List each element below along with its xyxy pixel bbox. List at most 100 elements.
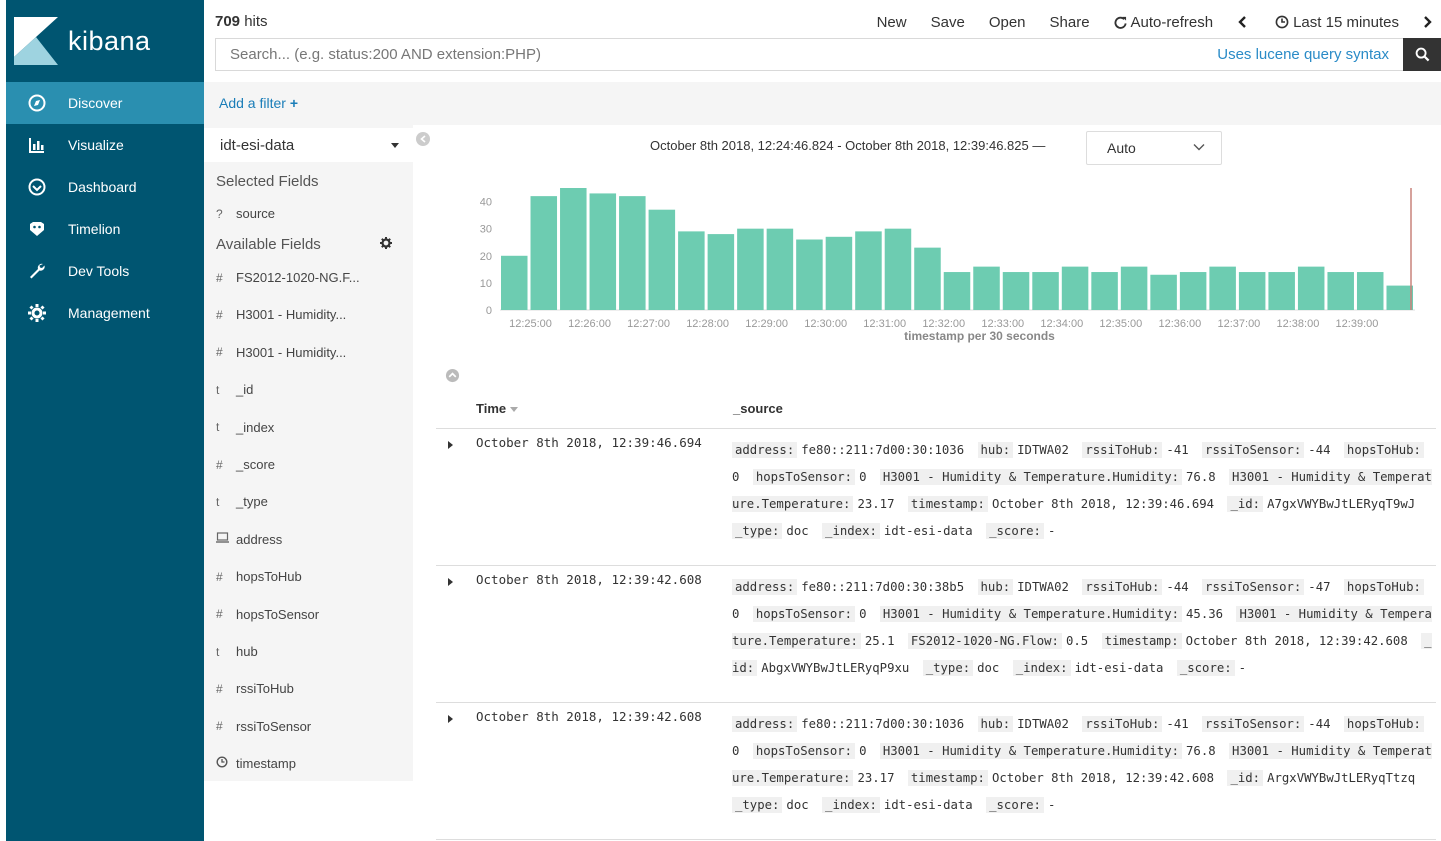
- expand-row-toggle[interactable]: [448, 578, 453, 586]
- y-tick-label: 10: [480, 278, 492, 290]
- add-filter-link[interactable]: Add a filter +: [219, 95, 298, 111]
- field-type-label: #: [216, 457, 223, 472]
- histogram-bar[interactable]: [1032, 272, 1059, 310]
- auto-refresh-button[interactable]: Auto-refresh: [1114, 14, 1213, 31]
- field-item[interactable]: # rssiToHub: [216, 681, 294, 696]
- nav-item-dev-tools[interactable]: Dev Tools: [6, 250, 204, 292]
- selected-fields-title: Selected Fields: [216, 173, 319, 190]
- x-tick-label: 12:25:00: [509, 318, 552, 330]
- histogram-bar[interactable]: [914, 247, 941, 310]
- nav-item-dashboard[interactable]: Dashboard: [6, 166, 204, 208]
- histogram-bar[interactable]: [560, 188, 587, 310]
- index-pattern-select[interactable]: idt-esi-data: [204, 128, 413, 162]
- hits-count: 709 hits: [215, 13, 268, 30]
- source-field-value: -44: [1166, 580, 1189, 594]
- field-item[interactable]: address: [216, 532, 282, 547]
- histogram-bar[interactable]: [884, 228, 912, 310]
- field-item[interactable]: # hopsToSensor: [216, 607, 319, 622]
- histogram-bar[interactable]: [1002, 272, 1030, 310]
- field-item[interactable]: t _id: [216, 382, 253, 397]
- interval-select[interactable]: Auto: [1086, 131, 1222, 165]
- nav-item-visualize[interactable]: Visualize: [6, 124, 204, 166]
- source-field-key: rssiToSensor:: [1202, 716, 1305, 732]
- field-item[interactable]: # FS2012-1020-NG.F...: [216, 270, 360, 285]
- histogram-bar[interactable]: [1238, 272, 1266, 310]
- search-input[interactable]: [216, 39, 1218, 70]
- histogram-bar[interactable]: [589, 193, 617, 310]
- field-item[interactable]: # H3001 - Humidity...: [216, 345, 346, 360]
- collapse-sidebar-button[interactable]: [416, 132, 430, 146]
- histogram-bar[interactable]: [1297, 266, 1325, 310]
- new-button[interactable]: New: [877, 14, 907, 31]
- field-item[interactable]: t _index: [216, 420, 274, 435]
- expand-row-toggle[interactable]: [448, 715, 453, 723]
- field-item[interactable]: t hub: [216, 644, 258, 659]
- histogram-bar[interactable]: [530, 196, 558, 310]
- field-item[interactable]: # H3001 - Humidity...: [216, 307, 346, 322]
- row-source: address: fe80::211:7d00:30:38b5 hub: IDTWA…: [732, 574, 1432, 682]
- histogram-bar[interactable]: [648, 209, 676, 310]
- kibana-logo[interactable]: kibana: [6, 0, 204, 82]
- field-item[interactable]: t _type: [216, 494, 268, 509]
- source-field-value: -44: [1308, 717, 1331, 731]
- open-button[interactable]: Open: [989, 14, 1026, 31]
- histogram-bar[interactable]: [1327, 272, 1354, 310]
- time-forward-button[interactable]: [1423, 16, 1437, 28]
- source-field-value: October 8th 2018, 12:39:42.608: [991, 771, 1215, 785]
- save-button[interactable]: Save: [931, 14, 965, 31]
- source-field-key: rssiToHub:: [1082, 716, 1163, 732]
- time-back-button[interactable]: [1237, 16, 1251, 28]
- histogram-bar[interactable]: [825, 236, 853, 310]
- field-type-icon: #: [216, 607, 236, 621]
- time-column-header[interactable]: Time: [476, 401, 518, 416]
- histogram-bar[interactable]: [1268, 272, 1295, 310]
- field-item[interactable]: ? source: [216, 206, 275, 221]
- field-type-icon: #: [216, 308, 236, 322]
- nav-item-management[interactable]: Management: [6, 292, 204, 334]
- histogram-bar[interactable]: [766, 228, 794, 310]
- histogram-bar[interactable]: [1386, 285, 1413, 310]
- y-tick-label: 40: [480, 197, 492, 209]
- histogram-bar[interactable]: [1356, 272, 1384, 310]
- histogram-bar[interactable]: [1179, 272, 1207, 310]
- nav-item-label: Dev Tools: [68, 263, 130, 279]
- field-item[interactable]: # hopsToHub: [216, 569, 302, 584]
- nav-item-discover[interactable]: Discover: [6, 82, 204, 124]
- lucene-syntax-link[interactable]: Uses lucene query syntax: [1217, 46, 1403, 63]
- nav-item-timelion[interactable]: Timelion: [6, 208, 204, 250]
- histogram-bar[interactable]: [678, 231, 705, 310]
- histogram-bar[interactable]: [855, 231, 882, 310]
- source-field-value: IDTWA02: [1017, 580, 1069, 594]
- share-button[interactable]: Share: [1050, 14, 1090, 31]
- histogram-bar[interactable]: [737, 228, 764, 310]
- field-type-label: #: [216, 719, 223, 734]
- histogram-bar[interactable]: [943, 272, 971, 310]
- expand-row-toggle[interactable]: [448, 441, 453, 449]
- field-name: _type: [236, 494, 268, 510]
- field-item[interactable]: timestamp: [216, 756, 296, 771]
- gear-icon[interactable]: [380, 237, 392, 249]
- histogram-bar[interactable]: [1209, 266, 1236, 310]
- field-item[interactable]: # _score: [216, 457, 275, 472]
- field-item[interactable]: # rssiToSensor: [216, 719, 311, 734]
- histogram-chart: 0 10 20 30 40 12:25:00 12:26:00 12:27:00 12:28:0…: [480, 188, 1415, 343]
- histogram-bar[interactable]: [1091, 272, 1118, 310]
- histogram-bar[interactable]: [796, 239, 823, 310]
- histogram-bar[interactable]: [1061, 266, 1089, 310]
- source-field-value: 0: [732, 744, 740, 758]
- histogram-bar[interactable]: [1150, 274, 1177, 310]
- search-button[interactable]: [1403, 38, 1441, 71]
- time-range-label: Last 15 minutes: [1293, 13, 1399, 31]
- source-field-value: 0: [732, 470, 740, 484]
- field-name: address: [236, 531, 283, 547]
- source-field-value: idt-esi-data: [883, 798, 973, 812]
- histogram-bar[interactable]: [973, 266, 1000, 310]
- source-field-value: idt-esi-data: [1074, 661, 1164, 675]
- source-field-value: 23.17: [857, 497, 895, 511]
- time-picker-button[interactable]: Last 15 minutes: [1275, 14, 1399, 31]
- histogram-bar[interactable]: [619, 196, 646, 310]
- histogram-bar[interactable]: [707, 234, 735, 310]
- collapse-chart-button[interactable]: [445, 368, 460, 386]
- histogram-bar[interactable]: [1120, 266, 1148, 310]
- histogram-bar[interactable]: [501, 255, 528, 310]
